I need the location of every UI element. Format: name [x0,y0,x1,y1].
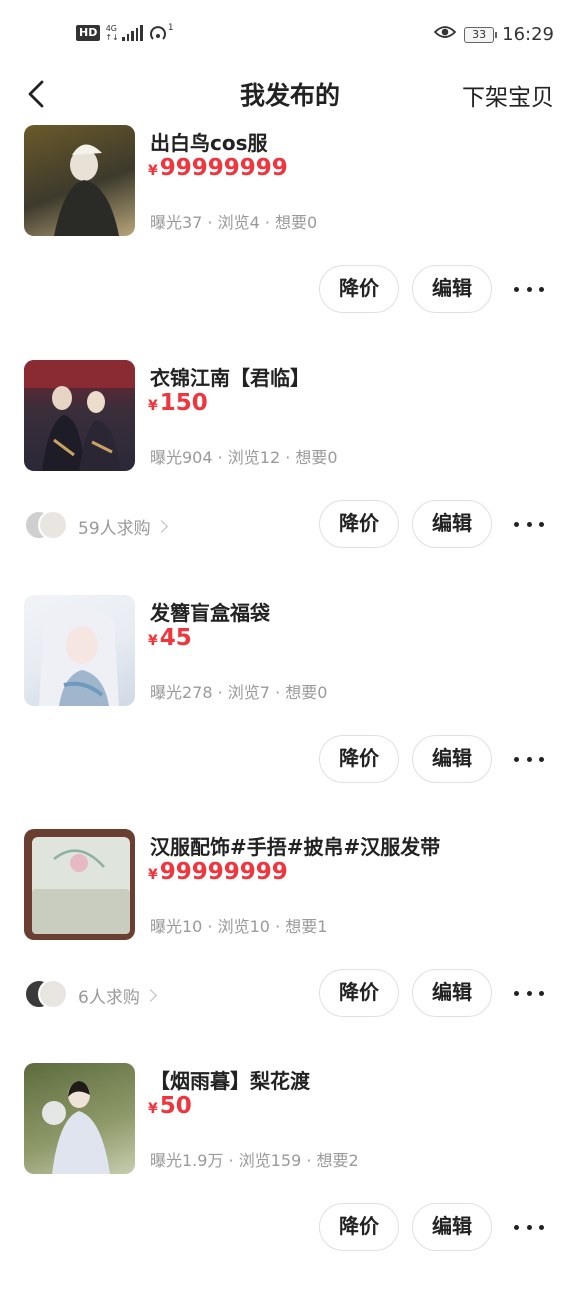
more-options-icon[interactable] [514,1218,544,1236]
item-title: 汉服配饰#手捂#披帛#汉服发带 [150,835,441,859]
product-thumbnail[interactable] [24,1063,135,1174]
item-price: ¥50 [148,1093,192,1119]
network-type-icon: 4G ↑↓ [105,24,119,42]
listing-item[interactable]: 出白鸟cos服 ¥99999999 曝光37 · 浏览4 · 想要0 降价 编辑 [0,125,580,360]
reduce-price-button[interactable]: 降价 [319,500,399,548]
listing-item[interactable]: 汉服配饰#手捂#披帛#汉服发带 ¥99999999 曝光10 · 浏览10 · … [0,829,580,1064]
status-bar: HD 4G ↑↓ 1 33 16:29 [0,0,580,70]
item-price: ¥99999999 [148,155,288,181]
reduce-price-button[interactable]: 降价 [319,1203,399,1251]
item-price: ¥99999999 [148,859,288,885]
buyer-requests[interactable]: 59人求购 [24,510,168,542]
product-thumbnail[interactable] [24,829,135,940]
avatar [38,979,68,1009]
status-icons-left: HD 4G ↑↓ 1 [76,24,174,42]
item-stats: 曝光10 · 浏览10 · 想要1 [150,917,328,936]
battery-icon: 33 [464,26,498,43]
listing-item[interactable]: 发簪盲盒福袋 ¥45 曝光278 · 浏览7 · 想要0 降价 编辑 [0,595,580,830]
reduce-price-button[interactable]: 降价 [319,265,399,313]
item-title: 出白鸟cos服 [150,131,268,155]
chevron-right-icon [143,988,157,1002]
chevron-right-icon [154,519,168,533]
unlist-items-button[interactable]: 下架宝贝 [462,78,554,112]
buyer-avatars [24,510,70,542]
product-thumbnail[interactable] [24,360,135,471]
status-icons-right: 33 16:29 [433,24,554,45]
hotspot-icon: 1 [148,24,174,42]
listing-item[interactable]: 衣锦江南【君临】 ¥150 曝光904 · 浏览12 · 想要0 59人求购 降… [0,360,580,595]
buyer-requests[interactable]: 6人求购 [24,979,157,1011]
buyer-request-count: 59人求购 [78,518,151,539]
item-stats: 曝光1.9万 · 浏览159 · 想要2 [150,1151,359,1170]
item-price: ¥45 [148,625,192,651]
edit-button[interactable]: 编辑 [412,500,492,548]
edit-button[interactable]: 编辑 [412,735,492,783]
edit-button[interactable]: 编辑 [412,969,492,1017]
edit-button[interactable]: 编辑 [412,1203,492,1251]
product-thumbnail[interactable] [24,595,135,706]
item-stats: 曝光278 · 浏览7 · 想要0 [150,683,328,702]
item-title: 发簪盲盒福袋 [150,601,270,625]
listing-item[interactable]: 【烟雨暮】梨花渡 ¥50 曝光1.9万 · 浏览159 · 想要2 降价 编辑 [0,1063,580,1289]
buyer-avatars [24,979,70,1011]
eye-icon [433,24,457,45]
product-thumbnail[interactable] [24,125,135,236]
item-title: 衣锦江南【君临】 [150,366,310,390]
item-stats: 曝光37 · 浏览4 · 想要0 [150,213,318,232]
avatar [38,510,68,540]
hd-badge: HD [76,25,101,41]
more-options-icon[interactable] [514,984,544,1002]
item-title: 【烟雨暮】梨花渡 [150,1069,310,1093]
item-stats: 曝光904 · 浏览12 · 想要0 [150,448,338,467]
more-options-icon[interactable] [514,750,544,768]
signal-icon [122,25,143,41]
clock: 16:29 [502,24,554,45]
more-options-icon[interactable] [514,280,544,298]
more-options-icon[interactable] [514,515,544,533]
navigation-header: 我发布的 下架宝贝 [0,70,580,118]
edit-button[interactable]: 编辑 [412,265,492,313]
reduce-price-button[interactable]: 降价 [319,969,399,1017]
buyer-request-count: 6人求购 [78,987,140,1008]
reduce-price-button[interactable]: 降价 [319,735,399,783]
item-price: ¥150 [148,390,208,416]
